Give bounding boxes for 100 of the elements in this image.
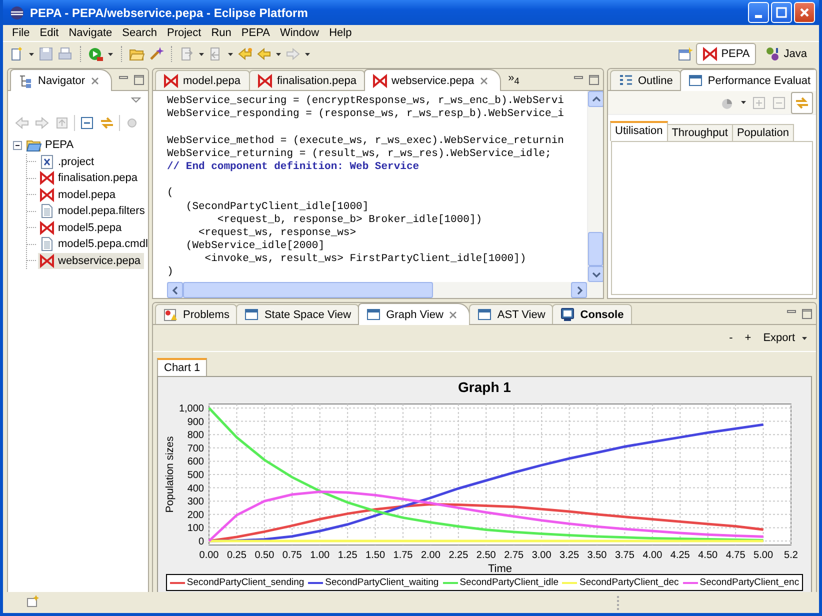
tab[interactable]: Throughput	[666, 124, 733, 141]
new-file-icon[interactable]	[9, 46, 25, 62]
tab[interactable]: Utilisation	[610, 121, 668, 141]
tree-item[interactable]: model5.pepa.cmdl	[38, 236, 148, 252]
code-line: WebService_securing = (encryptResponse_ws, r_ws_enc_b).WebServi	[167, 95, 565, 108]
maximize-icon[interactable]	[132, 73, 145, 86]
menu-item[interactable]: Window	[274, 27, 324, 39]
menu-item[interactable]: File	[7, 27, 35, 39]
scroll-down-button[interactable]	[588, 266, 603, 282]
open-perspective-icon[interactable]	[677, 46, 694, 62]
scroll-right-button[interactable]	[571, 282, 587, 298]
sync-button[interactable]	[791, 92, 813, 114]
tab[interactable]: Graph View	[358, 303, 470, 325]
tree-item[interactable]: .project	[38, 154, 98, 170]
window-title: PEPA - PEPA/webservice.pepa - Eclipse Platform	[30, 6, 308, 20]
maximize-button[interactable]	[771, 2, 792, 23]
tab[interactable]: model.pepa	[155, 70, 250, 90]
tree-item[interactable]: finalisation.pepa	[38, 170, 141, 186]
menu-item[interactable]: Project	[162, 27, 206, 39]
xml-file-icon	[39, 154, 55, 170]
vertical-scrollbar[interactable]	[587, 91, 603, 282]
axis-tick-label: 0.75	[282, 550, 302, 561]
tree-item[interactable]: model.pepa.filters	[38, 203, 148, 220]
close-icon[interactable]	[89, 74, 102, 86]
menu-item[interactable]: Search	[117, 27, 162, 39]
menu-item[interactable]: Help	[324, 27, 357, 39]
axis-tick-label: 5.00	[753, 550, 773, 561]
axis-tick-label: 2.50	[476, 550, 496, 561]
up-icon[interactable]	[54, 115, 70, 131]
bowtie-icon	[39, 220, 55, 236]
axis-tick-label: 1.25	[337, 550, 357, 561]
menu-item[interactable]: Run	[206, 27, 236, 39]
menu-item[interactable]: Navigate	[64, 27, 118, 39]
tab[interactable]: State Space View	[236, 304, 360, 324]
tab[interactable]: Console	[552, 304, 632, 324]
legend-label: SecondPartyClient_sending	[186, 577, 304, 588]
tree-item[interactable]: model.pepa	[38, 186, 118, 203]
scrollbar-thumb[interactable]	[183, 282, 433, 298]
dropdown-caret-icon[interactable]	[275, 50, 282, 58]
axis-tick-label: 3.75	[614, 550, 634, 561]
tree-item[interactable]: webservice.pepa	[38, 252, 144, 269]
tab[interactable]: finalisation.pepa	[249, 70, 365, 90]
dropdown-caret-icon[interactable]	[28, 50, 35, 58]
view-menu-icon[interactable]	[130, 95, 142, 105]
maximize-icon[interactable]	[587, 73, 600, 86]
tab[interactable]: Navigator	[10, 69, 112, 91]
wand-icon[interactable]	[148, 46, 164, 62]
tab[interactable]: Outline	[610, 70, 681, 90]
tree-toggle-icon[interactable]	[12, 140, 23, 151]
print-icon[interactable]	[57, 46, 73, 62]
axis-tick-label: 5.2	[784, 550, 798, 561]
more-tabs-indicator[interactable]: »$_{4}$	[500, 72, 528, 87]
horizontal-scrollbar[interactable]	[167, 282, 603, 298]
maximize-icon	[775, 6, 788, 19]
tree-item[interactable]: model5.pepa	[38, 220, 125, 236]
forward-icon[interactable]	[34, 115, 50, 131]
axis-title: Population sizes	[164, 436, 176, 513]
window-icon	[477, 306, 494, 322]
menu-item[interactable]: Edit	[34, 27, 64, 39]
tab[interactable]: AST View	[469, 304, 554, 324]
tab[interactable]: Chart 1	[157, 358, 208, 376]
axis-tick-label: 1,000	[178, 404, 204, 414]
axis-tick-label: 4.25	[670, 550, 690, 561]
tree-item[interactable]: PEPA	[25, 137, 77, 154]
menu-button[interactable]: Export	[761, 332, 810, 344]
link-editor-icon[interactable]	[99, 115, 115, 131]
maximize-icon[interactable]	[800, 307, 813, 320]
tab[interactable]: webservice.pepa	[364, 69, 502, 91]
dropdown-caret-icon[interactable]	[107, 50, 114, 58]
menu-item[interactable]: PEPA	[236, 27, 275, 39]
tab[interactable]: Population	[732, 124, 794, 141]
dropdown-caret-icon[interactable]	[740, 99, 747, 106]
close-button[interactable]	[794, 2, 815, 23]
scrollbar-thumb[interactable]	[588, 232, 603, 266]
tab[interactable]: Performance Evaluat	[680, 69, 816, 91]
minimize-button[interactable]	[748, 2, 769, 23]
axis-tick-label: 1.00	[310, 550, 330, 561]
scroll-up-button[interactable]	[588, 91, 603, 107]
dropdown-caret-icon[interactable]	[198, 50, 205, 58]
run-icon[interactable]	[88, 46, 104, 62]
toolbar-button[interactable]: -	[727, 332, 735, 344]
close-icon[interactable]	[478, 74, 490, 86]
axis-tick-label: 4.00	[642, 550, 662, 561]
code-line: (SecondPartyClient_idle[1000]	[184, 200, 370, 214]
axis-tick-label: 0.25	[226, 550, 246, 561]
tab[interactable]: Problems	[155, 304, 238, 324]
scroll-left-button[interactable]	[167, 282, 183, 298]
fast-view-icon[interactable]	[25, 594, 41, 610]
close-icon[interactable]	[447, 308, 460, 320]
perspective-button[interactable]: PEPA	[696, 43, 756, 65]
dropdown-caret-icon[interactable]	[304, 50, 311, 58]
dropdown-caret-icon[interactable]	[227, 50, 234, 58]
code-line: WebService_method = (execute_ws, r_ws_exec).WebService_returnin	[167, 134, 565, 148]
code-comment: // End component definition: Web Service	[167, 160, 420, 174]
axis-tick-label: 1.50	[365, 550, 385, 561]
back-icon[interactable]	[14, 115, 30, 131]
perspective-button[interactable]: Java	[758, 43, 813, 65]
collapse-all-icon[interactable]	[79, 115, 95, 131]
axis-tick-label: 100	[186, 523, 204, 534]
toolbar-button[interactable]: +	[742, 332, 754, 344]
